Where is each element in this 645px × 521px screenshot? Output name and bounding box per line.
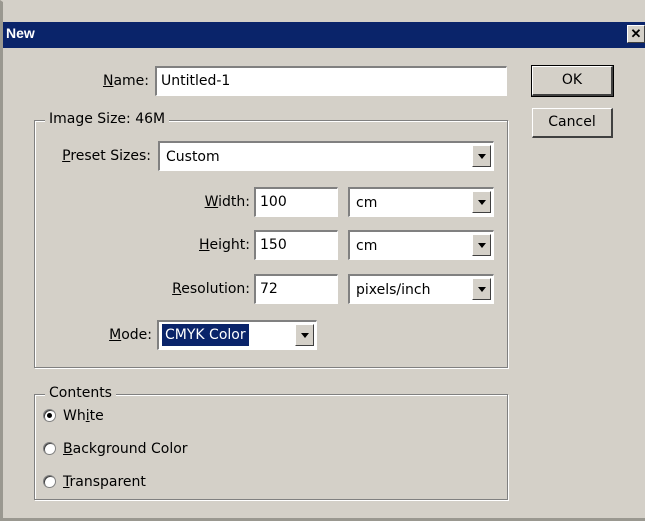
preset-sizes-value: Custom: [166, 149, 220, 165]
close-button[interactable]: ✕: [627, 25, 645, 43]
preset-sizes-select[interactable]: Custom: [158, 141, 494, 171]
mode-dropdown-button[interactable]: [295, 324, 314, 346]
mode-select[interactable]: CMYK Color: [157, 320, 317, 350]
chevron-down-icon: [478, 154, 486, 159]
height-input[interactable]: 150: [254, 230, 338, 260]
radio-white[interactable]: [43, 409, 56, 422]
chevron-down-icon: [478, 287, 486, 292]
radio-background-color-label[interactable]: Background Color: [63, 439, 188, 459]
radio-transparent-label[interactable]: Transparent: [63, 472, 146, 492]
resolution-unit-dropdown-button[interactable]: [472, 278, 491, 300]
chevron-down-icon: [301, 333, 309, 338]
height-label: Height:: [199, 237, 250, 253]
chevron-down-icon: [478, 200, 486, 205]
preset-sizes-label: Preset Sizes:: [62, 148, 151, 164]
name-input[interactable]: Untitled-1: [155, 66, 507, 96]
contents-legend: Contents: [45, 384, 116, 402]
image-size-legend: Image Size: 46M: [45, 110, 170, 128]
preset-sizes-dropdown-button[interactable]: [472, 145, 491, 167]
height-unit-select[interactable]: cm: [348, 230, 494, 260]
name-label: Name:: [102, 73, 149, 89]
ok-button[interactable]: OK: [531, 65, 614, 97]
new-document-dialog: New ✕ Name: Untitled-1 OK Cancel Image S…: [0, 0, 645, 521]
width-unit-value: cm: [356, 195, 378, 211]
radio-transparent[interactable]: [43, 475, 56, 488]
resolution-input[interactable]: 72: [254, 274, 338, 304]
width-label: Width:: [204, 194, 250, 210]
radio-background-color[interactable]: [43, 442, 56, 455]
resolution-unit-select[interactable]: pixels/inch: [348, 274, 494, 304]
width-input[interactable]: 100: [254, 187, 338, 217]
mode-label: Mode:: [109, 327, 152, 343]
window-title: New: [6, 25, 35, 41]
width-unit-dropdown-button[interactable]: [472, 191, 491, 213]
chevron-down-icon: [478, 243, 486, 248]
height-unit-dropdown-button[interactable]: [472, 234, 491, 256]
cancel-button[interactable]: Cancel: [532, 108, 613, 138]
resolution-label: Resolution:: [172, 281, 250, 297]
width-unit-select[interactable]: cm: [348, 187, 494, 217]
title-bar[interactable]: New ✕: [3, 22, 645, 48]
close-icon: ✕: [630, 26, 642, 41]
height-unit-value: cm: [356, 238, 378, 254]
resolution-unit-value: pixels/inch: [356, 282, 431, 298]
mode-value: CMYK Color: [161, 323, 250, 347]
radio-white-label[interactable]: White: [63, 406, 104, 426]
